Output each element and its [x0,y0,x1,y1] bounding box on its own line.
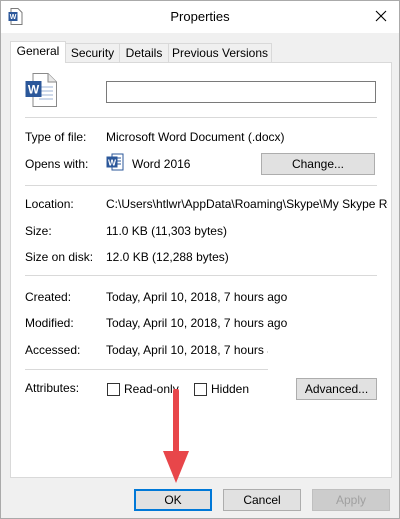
divider [25,185,377,186]
cancel-button[interactable]: Cancel [223,489,301,511]
accessed-label: Accessed: [25,343,81,357]
svg-text:W: W [108,157,117,167]
hidden-checkbox[interactable] [194,383,207,396]
divider [25,117,377,118]
word-document-icon: W [25,73,57,110]
size-label: Size: [25,224,52,238]
change-button[interactable]: Change... [261,153,375,175]
type-of-file-value: Microsoft Word Document (.docx) [106,130,285,144]
accessed-value: Today, April 10, 2018, 7 hours ago [106,343,288,357]
svg-text:W: W [28,83,40,97]
attributes-label: Attributes: [25,381,80,395]
divider [25,275,377,276]
size-value: 11.0 KB (11,303 bytes) [106,224,227,238]
ok-button[interactable]: OK [134,489,212,511]
general-panel: W Type of file: Microsoft Word Document … [10,62,392,478]
size-on-disk-label: Size on disk: [25,250,94,264]
hidden-label[interactable]: Hidden [211,382,249,396]
red-arrow-annotation [161,388,191,489]
opens-with-value: Word 2016 [132,157,191,171]
close-button[interactable] [367,3,395,29]
tab-strip: General Security Details Previous Versio… [1,41,399,63]
location-label: Location: [25,197,74,211]
apply-button: Apply [312,489,390,511]
readonly-checkbox[interactable] [107,383,120,396]
modified-label: Modified: [25,316,74,330]
word-app-icon: W [106,153,124,174]
tab-general[interactable]: General [10,41,66,63]
created-label: Created: [25,290,72,304]
overlay-patch [268,336,388,376]
tab-details[interactable]: Details [119,43,169,62]
location-value: C:\Users\htlwr\AppData\Roaming\Skype\My … [106,197,388,211]
filename-input[interactable] [106,81,376,103]
advanced-button[interactable]: Advanced... [296,378,377,400]
close-icon [375,10,387,22]
created-value: Today, April 10, 2018, 7 hours ago [106,290,288,304]
title-bar: W Properties [1,1,399,33]
tab-previous-versions[interactable]: Previous Versions [168,43,272,62]
properties-dialog: W Properties General Security Details Pr… [0,0,400,519]
type-of-file-label: Type of file: [25,130,87,144]
window-title: Properties [170,9,230,24]
size-on-disk-value: 12.0 KB (12,288 bytes) [106,250,229,264]
tab-security[interactable]: Security [65,43,120,62]
modified-value: Today, April 10, 2018, 7 hours ago [106,316,288,330]
opens-with-label: Opens with: [25,157,89,171]
